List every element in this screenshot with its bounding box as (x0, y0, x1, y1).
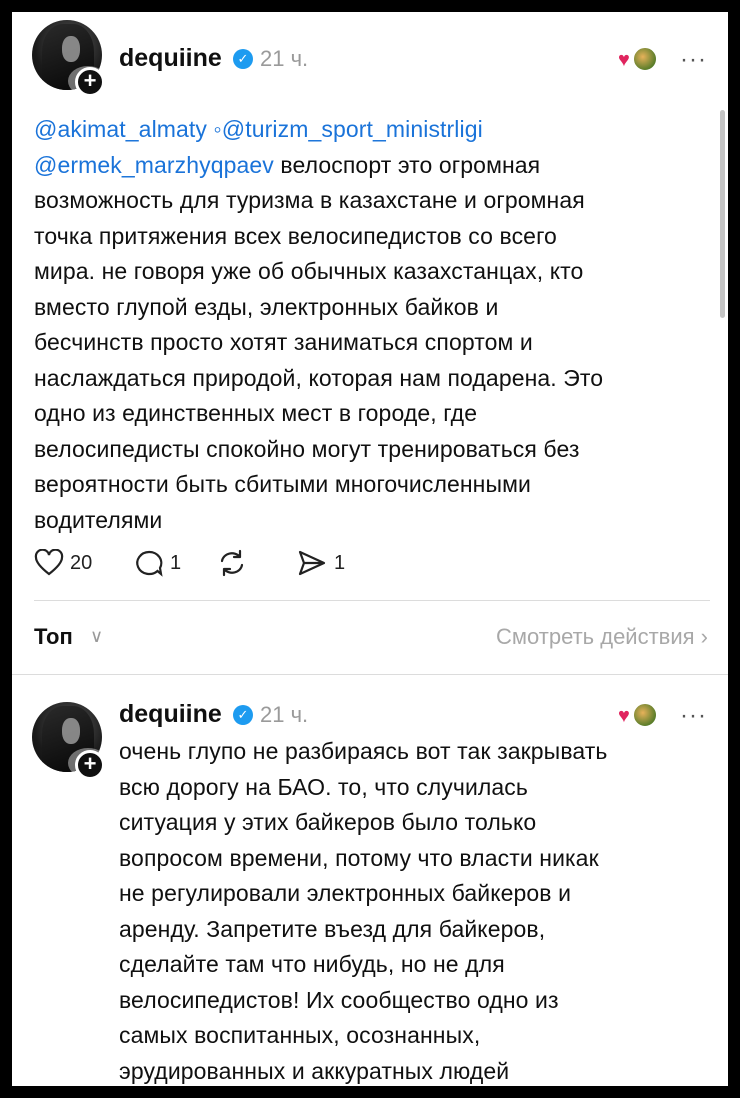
mention-link[interactable]: @akimat_almaty (34, 116, 207, 142)
more-options-icon[interactable]: ··· (680, 46, 707, 74)
threads-post-screen: + dequiine ✓ 21 ч. ♥ ··· @akimat_almaty … (12, 12, 728, 1086)
text-line: велосипедисты спокойно могут тренировать… (34, 435, 580, 462)
reply-timestamp: 21 ч. (260, 702, 309, 727)
verified-check-icon: ✓ (233, 49, 253, 69)
repost-button[interactable] (216, 548, 248, 578)
sort-selector[interactable]: Топ (34, 624, 73, 650)
reaction-badge-icon: ♥ (618, 702, 662, 728)
like-button[interactable]: 20 (34, 548, 92, 578)
repost-icon (220, 549, 244, 577)
author-username[interactable]: dequiine (119, 44, 222, 73)
text-line: всю дорогу на БАО. то, что случилась (119, 773, 528, 800)
mention-line: @akimat_almaty ◦@turizm_sport_ministrlig… (34, 112, 714, 148)
post-timestamp: 21 ч. (260, 46, 309, 71)
text-line: ситуация у этих байкеров было только (119, 809, 537, 835)
follow-plus-icon[interactable]: + (75, 750, 105, 780)
text-line: наслаждаться природой, которая нам подар… (34, 364, 604, 391)
reaction-badge-icon: ♥ (618, 46, 662, 72)
heart-icon (34, 549, 64, 576)
text-line: велосипедистов! Их сообщество одно из (119, 986, 559, 1013)
chevron-down-icon[interactable]: ∨ (90, 626, 103, 647)
like-count: 20 (70, 551, 93, 574)
text-line: сделайте там что нибудь, но не для (119, 951, 505, 977)
mention-link[interactable]: @ermek_marzhyqpaev (34, 152, 274, 178)
divider (12, 674, 728, 675)
text-line: возможность для туризма в казахстане и о… (34, 187, 585, 213)
text-line: бесчинств просто хотят заниматься спорто… (34, 329, 533, 355)
text-line: одно из единственных мест в городе, где (34, 400, 478, 426)
comment-icon (136, 550, 163, 577)
share-button[interactable]: 1 (296, 548, 345, 578)
follow-plus-icon[interactable]: + (75, 67, 105, 97)
verified-check-icon: ✓ (233, 705, 253, 725)
text-line: точка притяжения всех велосипедистов со … (34, 222, 557, 249)
share-icon (298, 550, 326, 576)
text-line: водителями (34, 506, 163, 533)
text-line: эрудированных и аккуратных людей (119, 1057, 510, 1084)
see-activity-link[interactable]: Смотреть действия › (496, 624, 708, 650)
more-options-icon[interactable]: ··· (680, 702, 707, 730)
comment-count: 1 (170, 551, 182, 574)
text-line: вопросом времени, потому что власти ника… (119, 844, 599, 871)
text-line: очень глупо не разбираясь вот так закрыв… (119, 738, 608, 764)
text-line: @ermek_marzhyqpaev велоспорт это огромна… (34, 151, 541, 178)
share-count: 1 (334, 551, 346, 574)
text-line: мира. не говоря уже об обычных казахстан… (34, 258, 584, 284)
text-line: вместо глупой езды, электронных байков и (34, 293, 499, 320)
scrollbar[interactable] (720, 110, 725, 318)
text-line: не регулировали электронных байкеров и (119, 880, 572, 906)
text-line: аренду. Запретите въезд для байкеров, (119, 915, 546, 942)
comment-button[interactable]: 1 (134, 548, 181, 578)
reply-author-username[interactable]: dequiine (119, 700, 222, 729)
text-line: вероятности быть сбитыми многочисленными (34, 471, 531, 497)
mention-link[interactable]: ◦@turizm_sport_ministrligi (214, 116, 483, 142)
text-line: самых воспитанных, осознанных, (119, 1022, 481, 1048)
divider (34, 600, 710, 601)
post-body: @akimat_almaty ◦@turizm_sport_ministrlig… (34, 112, 714, 538)
reply-body: очень глупо не разбираясь вот так закрыв… (119, 734, 719, 1086)
